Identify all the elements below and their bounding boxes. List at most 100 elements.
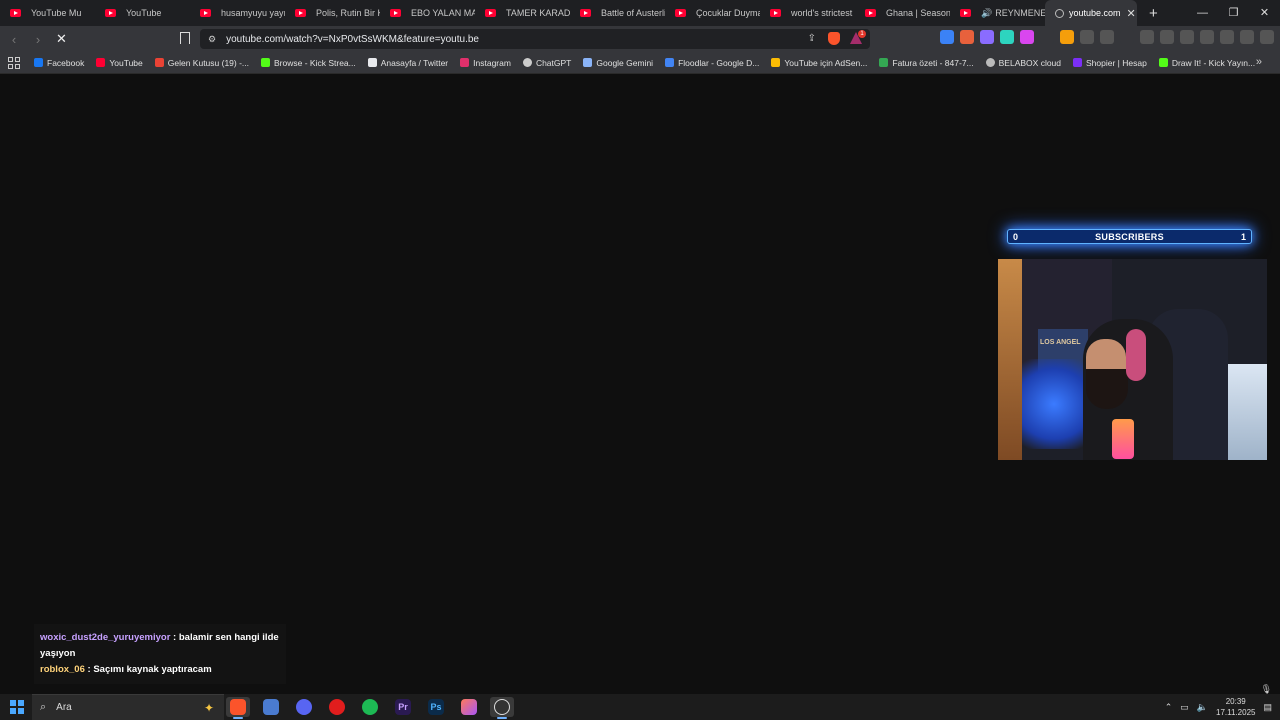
minimize-button[interactable]: — [1187, 0, 1218, 26]
menu-icon[interactable] [1260, 30, 1274, 44]
tab[interactable]: YouTube Mu [0, 0, 95, 26]
screenshot-icon[interactable] [1100, 30, 1114, 44]
youtube-icon [675, 9, 686, 17]
bookmark-item[interactable]: Floodlar - Google D... [665, 58, 759, 68]
youtube-icon [390, 9, 401, 17]
tab[interactable]: Polis, Rutin Bir Ko [285, 0, 380, 26]
bookmark-label: Draw It! - Kick Yayın... [1171, 57, 1256, 68]
bookmark-label: Fatura özeti - 847-7... [892, 57, 974, 68]
vpn-icon[interactable] [1240, 30, 1254, 44]
search-icon: ⌕ [40, 701, 47, 713]
tab[interactable]: 🔊REYNMENE B [950, 0, 1045, 26]
network-icon[interactable]: ▭ [1180, 702, 1189, 713]
discord-app-icon[interactable] [292, 697, 316, 717]
taskbar-apps: Pr Ps [226, 697, 514, 719]
tab[interactable]: world's strictest p [760, 0, 855, 26]
photoshop-app-icon[interactable]: Ps [424, 697, 448, 717]
google-ads-icon [879, 58, 889, 67]
close-tab-icon[interactable]: ✕ [1127, 7, 1136, 20]
tab[interactable]: husamyuyu yayın [190, 0, 285, 26]
media-icon[interactable] [1160, 30, 1174, 44]
new-tab-button[interactable]: + [1149, 5, 1158, 22]
maximize-button[interactable]: ❐ [1218, 0, 1249, 26]
bookmark-icon[interactable] [180, 32, 190, 44]
url-text[interactable]: youtube.com/watch?v=NxP0vtSsWKM&feature=… [226, 34, 479, 45]
app-icon[interactable] [259, 697, 283, 717]
extensions-toolbar [940, 30, 1274, 44]
bookmark-item[interactable]: Browse - Kick Strea... [261, 58, 356, 68]
extension-icon[interactable] [1000, 30, 1014, 44]
premiere-app-icon[interactable]: Pr [391, 697, 415, 717]
wallet-icon[interactable] [1200, 30, 1214, 44]
bookmark-item[interactable]: Instagram [460, 58, 511, 68]
youtube-icon [485, 9, 496, 17]
start-button[interactable] [10, 700, 24, 714]
tab-active[interactable]: youtube.com ✕ [1045, 0, 1137, 26]
extensions-puzzle-icon[interactable] [1080, 30, 1094, 44]
stop-loading-icon[interactable]: ✕ [56, 31, 67, 47]
extension-icon[interactable] [1060, 30, 1074, 44]
opera-app-icon[interactable] [325, 697, 349, 717]
chevron-up-icon[interactable]: ⌃ [1165, 702, 1173, 713]
extension-icon[interactable] [960, 30, 974, 44]
back-icon[interactable]: ‹ [4, 32, 24, 47]
notifications-icon[interactable]: ▤ [1263, 702, 1272, 713]
bookmark-item[interactable]: Google Gemini [583, 58, 653, 68]
tab[interactable]: Battle of Austerlit [570, 0, 665, 26]
extension-icon[interactable] [980, 30, 994, 44]
tab[interactable]: Çocuklar Duymas [665, 0, 760, 26]
bookmark-item[interactable]: YouTube [96, 58, 143, 68]
bookmark-item[interactable]: Draw It! - Kick Yayın... [1158, 57, 1256, 68]
bookmark-item[interactable]: YouTube için AdSen... [771, 58, 867, 68]
tab[interactable]: EBO YALAN MAK [380, 0, 475, 26]
more-bookmarks-icon[interactable]: » [1256, 56, 1262, 68]
copilot-sparkle-icon[interactable]: ✦ [204, 701, 214, 715]
tab-label: Polis, Rutin Bir Ko [316, 8, 380, 18]
taskbar-search[interactable]: ⌕ Ara ✦ [32, 694, 224, 720]
sidebar-icon[interactable] [1180, 30, 1194, 44]
bookmark-item[interactable]: BELABOX cloud [985, 58, 1061, 68]
poster-text: LOS ANGEL [1040, 339, 1081, 346]
youtube-icon [580, 9, 591, 17]
volume-icon[interactable]: 🔈 [1197, 702, 1208, 713]
share-icon[interactable]: ⇪ [808, 33, 816, 44]
obs-app-icon[interactable] [490, 697, 514, 719]
video-player[interactable]: 0 SUBSCRIBERS 1 LOS ANGEL woxic_dust2de_… [0, 74, 1280, 694]
clock[interactable]: 20:39 17.11.2025 [1216, 696, 1255, 718]
bookmark-item[interactable]: Anasayfa / Twitter [367, 58, 448, 68]
bookmark-label: Browse - Kick Strea... [274, 57, 356, 68]
youtube-icon [295, 9, 306, 17]
extension-icon[interactable] [940, 30, 954, 44]
leo-ai-icon[interactable] [1220, 30, 1234, 44]
forward-icon[interactable]: › [28, 32, 48, 47]
tab[interactable]: YouTube [95, 0, 190, 26]
close-window-button[interactable]: ✕ [1249, 0, 1280, 26]
youtube-icon [770, 9, 781, 17]
bookmark-item[interactable]: Facebook [34, 58, 84, 68]
apps-grid-icon[interactable] [8, 56, 20, 69]
brave-app-icon[interactable] [226, 697, 250, 719]
app-icon[interactable] [457, 697, 481, 717]
extension-icon[interactable] [1020, 30, 1034, 44]
bookmark-item[interactable]: Gelen Kutusu (19) -... [154, 58, 249, 68]
site-info-icon[interactable]: ⚙ [208, 34, 216, 45]
subscribers-start: 0 [1013, 231, 1019, 242]
brave-shield-icon[interactable] [828, 32, 840, 45]
tab[interactable]: Ghana | Season 1 [855, 0, 950, 26]
gemini-icon [583, 58, 593, 67]
speaker-icon[interactable]: 🔊 [981, 8, 992, 19]
bookmark-item[interactable]: Fatura özeti - 847-7... [879, 57, 974, 68]
bookmark-label: Facebook [47, 57, 85, 68]
youtube-icon [105, 9, 116, 17]
address-bar[interactable]: ⚙ youtube.com/watch?v=NxP0vtSsWKM&featur… [200, 29, 870, 49]
tab-label: EBO YALAN MAK [411, 8, 475, 18]
bookmark-item[interactable]: Shopier | Hesap [1073, 58, 1147, 68]
tab-label: Çocuklar Duymas [696, 8, 760, 18]
bookmark-item[interactable]: ChatGPT [522, 58, 571, 68]
spotify-app-icon[interactable] [358, 697, 382, 717]
bookmark-label: Floodlar - Google D... [678, 57, 760, 68]
download-icon[interactable] [1140, 30, 1154, 44]
tab[interactable]: TAMER KARADAĞ [475, 0, 570, 26]
subscribers-goal: 1 [1240, 231, 1246, 242]
youtube-icon [960, 9, 971, 17]
